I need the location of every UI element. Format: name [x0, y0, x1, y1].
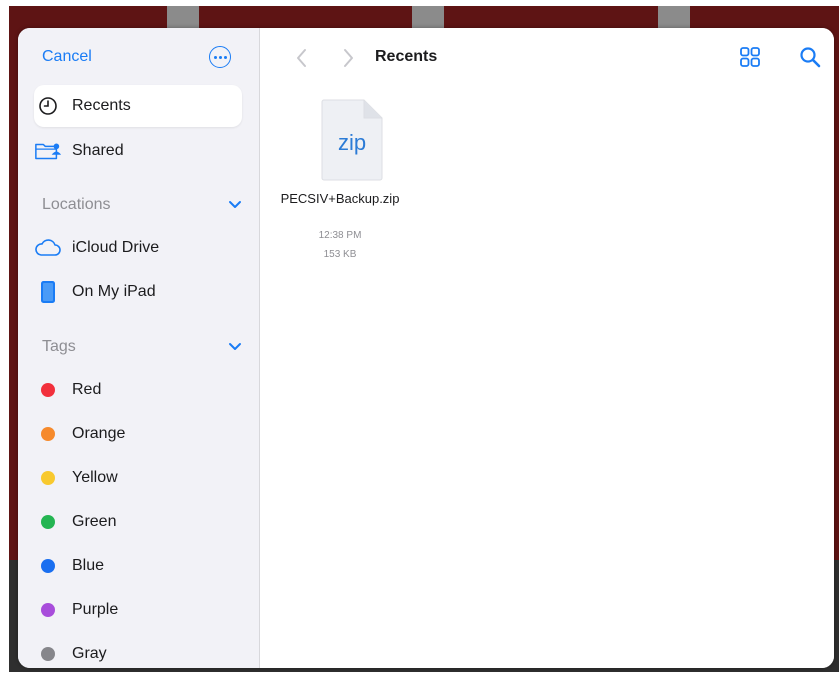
sidebar-item-label: Blue — [72, 557, 105, 574]
cancel-button[interactable]: Cancel — [42, 48, 92, 66]
tag-color-dot — [41, 471, 55, 485]
sidebar-item-label: Orange — [72, 425, 126, 442]
tags-header[interactable]: Tags — [42, 338, 242, 356]
chevron-left-icon[interactable] — [292, 46, 312, 70]
sidebar-item-tag-purple[interactable]: Purple — [34, 589, 242, 631]
sidebar-item-tag-red[interactable]: Red — [34, 369, 242, 411]
search-icon[interactable] — [798, 45, 822, 69]
tag-color-dot — [41, 427, 55, 441]
file-modified-time: 12:38 PM — [318, 230, 362, 241]
grid-view-icon[interactable] — [738, 45, 762, 69]
sidebar-item-label: Purple — [72, 601, 119, 618]
sidebar-item-tag-gray[interactable]: Gray — [34, 633, 242, 668]
shared-folder-icon — [34, 140, 62, 162]
tag-color-dot — [41, 603, 55, 617]
sidebar-item-label: Yellow — [72, 469, 118, 486]
sidebar-item-shared[interactable]: Shared — [34, 130, 242, 172]
cloud-icon — [34, 238, 62, 258]
sidebar-item-tag-orange[interactable]: Orange — [34, 413, 242, 455]
ipad-icon — [34, 280, 62, 304]
zip-file-icon: zip — [321, 99, 383, 181]
chevron-down-icon — [229, 343, 241, 350]
clock-icon — [34, 96, 62, 116]
tag-color-dot — [41, 559, 55, 573]
chevron-down-icon — [229, 201, 241, 208]
sidebar-item-label: iCloud Drive — [72, 239, 160, 256]
sidebar-item-icloud-drive[interactable]: iCloud Drive — [34, 227, 242, 269]
sidebar-item-label: Gray — [72, 645, 107, 662]
sidebar-item-label: Red — [72, 381, 102, 398]
chevron-right-icon[interactable] — [338, 46, 358, 70]
file-picker-sheet: Cancel Recents Shared Locations iCloud D… — [18, 28, 834, 668]
ellipsis-circle-icon[interactable] — [209, 46, 231, 68]
tag-color-dot — [41, 515, 55, 529]
tags-header-label: Tags — [42, 338, 76, 355]
file-size: 153 KB — [323, 249, 357, 260]
sidebar-item-tag-yellow[interactable]: Yellow — [34, 457, 242, 499]
sidebar-item-tag-green[interactable]: Green — [34, 501, 242, 543]
sidebar-item-tag-blue[interactable]: Blue — [34, 545, 242, 587]
sidebar-item-label: Recents — [72, 97, 131, 114]
sidebar: Cancel Recents Shared Locations iCloud D… — [18, 28, 260, 668]
sidebar-item-label: Green — [72, 513, 117, 530]
locations-header-label: Locations — [42, 196, 111, 213]
sidebar-item-on-my-ipad[interactable]: On My iPad — [34, 271, 242, 313]
sidebar-item-recents[interactable]: Recents — [34, 85, 242, 127]
main-content: Recents zip PECSIV+Backup.zip 12:38 PM 1… — [260, 28, 834, 668]
tag-color-dot — [41, 383, 55, 397]
sidebar-item-label: On My iPad — [72, 283, 156, 300]
page-title: Recents — [375, 48, 438, 65]
sidebar-item-label: Shared — [72, 142, 124, 159]
file-name: PECSIV+Backup.zip — [280, 191, 400, 206]
tag-color-dot — [41, 647, 55, 661]
file-type-label: zip — [338, 130, 366, 155]
locations-header[interactable]: Locations — [42, 196, 242, 214]
